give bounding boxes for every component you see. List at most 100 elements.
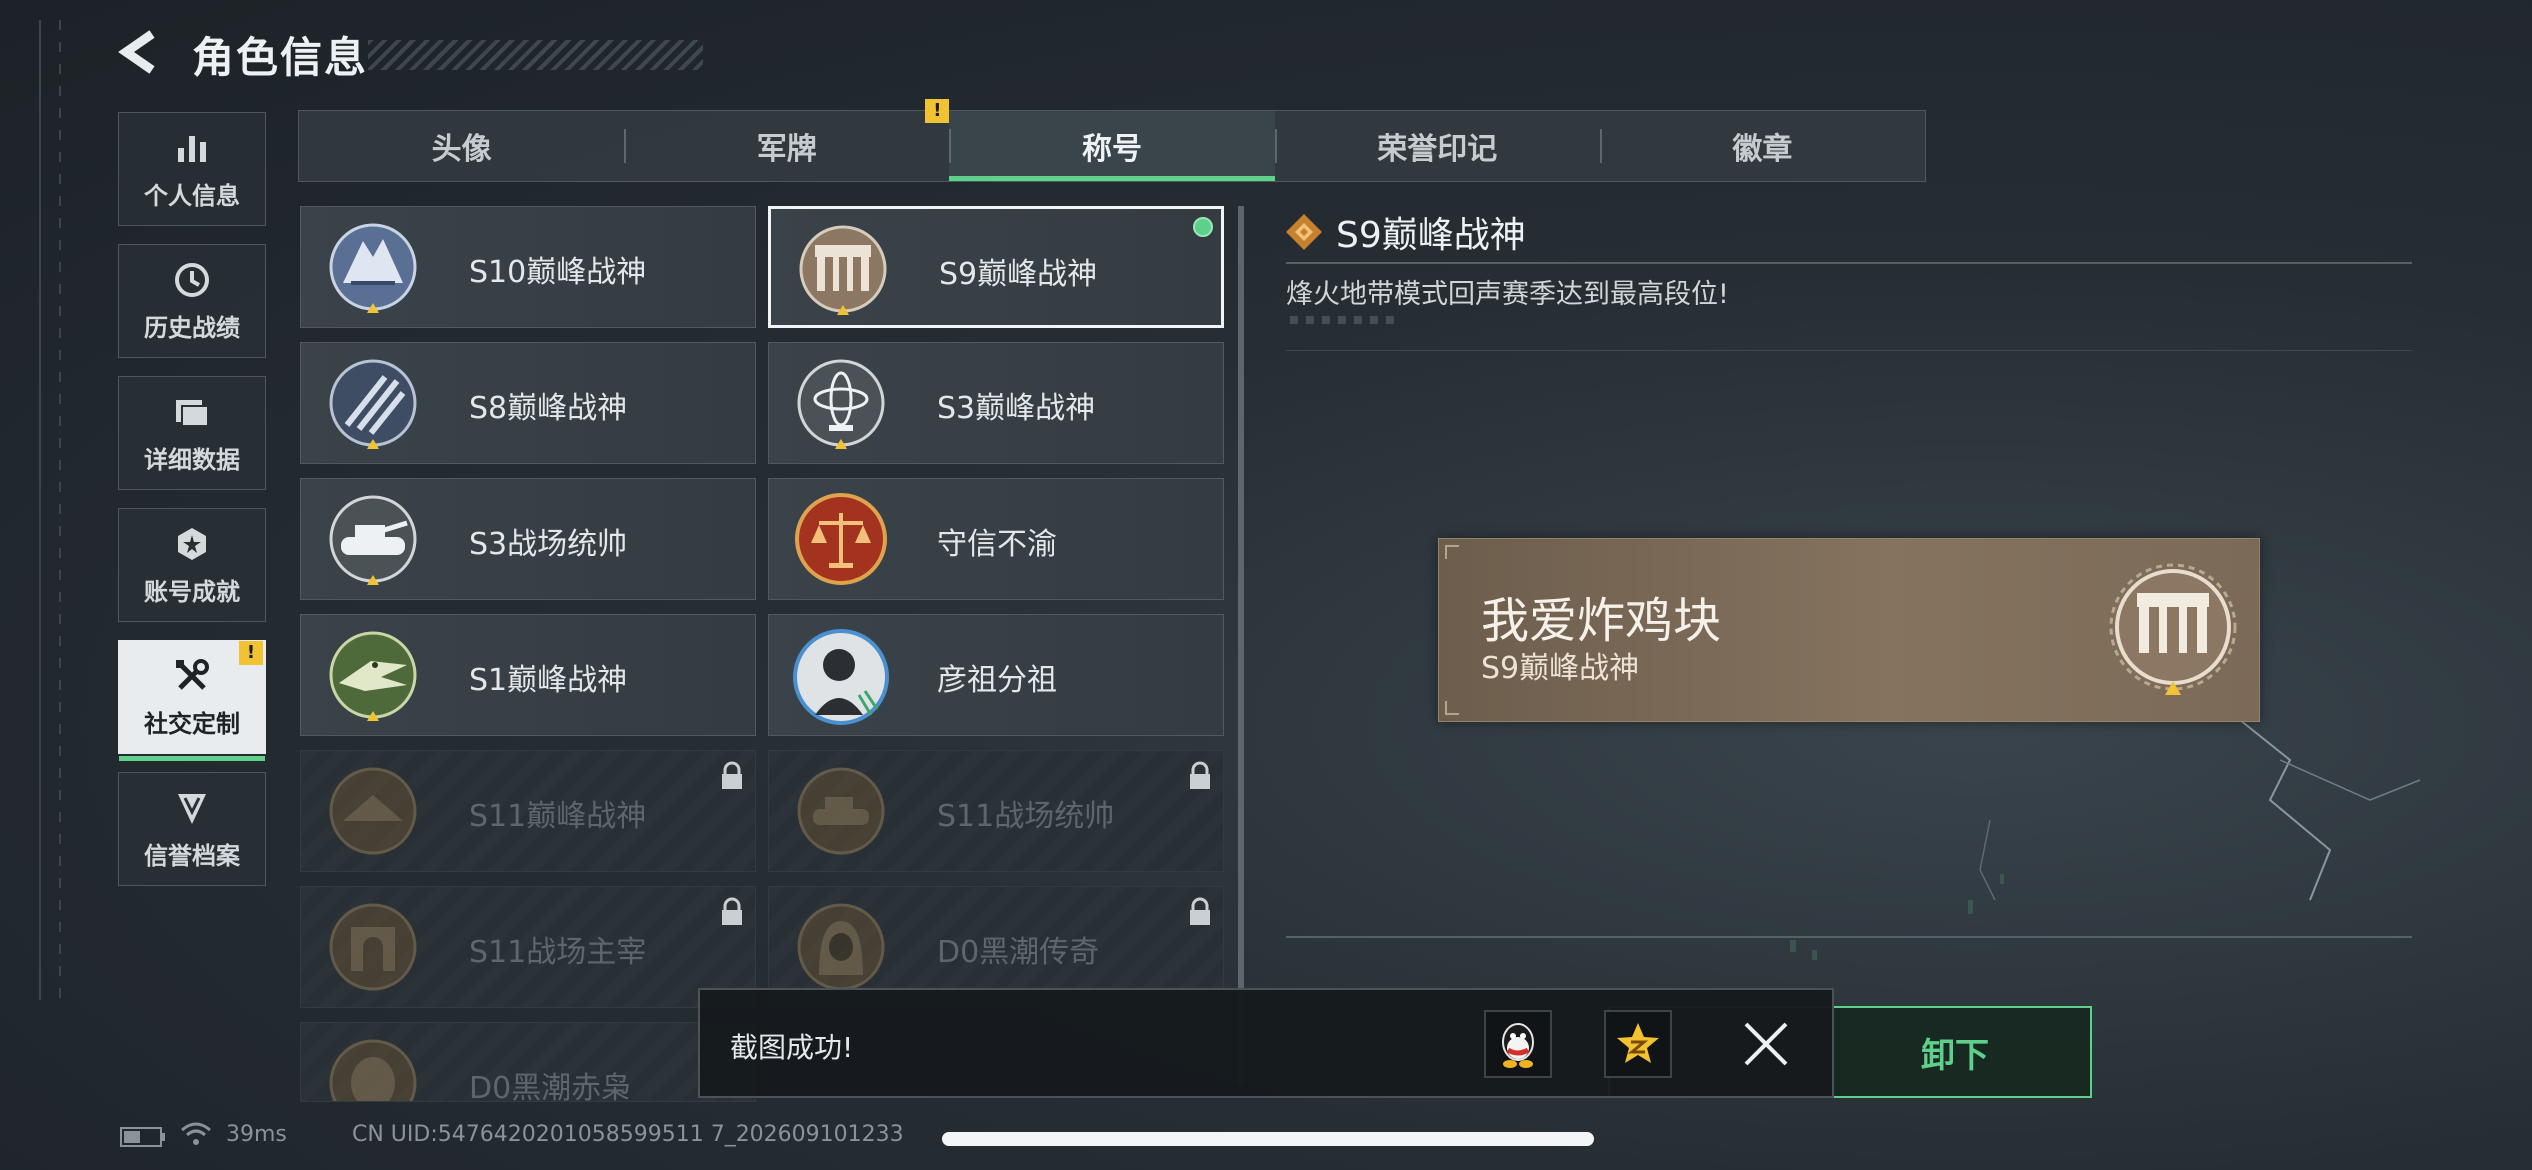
tab-label: 荣誉印记 xyxy=(1377,132,1498,167)
toast-message: 截图成功! xyxy=(730,1031,854,1064)
title-nameplate-preview: 我爱炸鸡块 S9巅峰战神 xyxy=(1438,538,2260,722)
qzone-icon xyxy=(1617,1023,1659,1063)
lock-icon xyxy=(722,761,742,789)
title-stripes-decoration xyxy=(368,40,703,70)
title-card[interactable]: 彦祖分祖 xyxy=(768,614,1224,736)
ruins-medal-icon xyxy=(799,225,887,315)
title-name: S1巅峰战神 xyxy=(469,663,628,698)
stripes-medal-icon xyxy=(329,359,417,449)
bronze-medal-icon xyxy=(329,767,417,855)
clock-icon xyxy=(175,262,209,297)
title-card-locked[interactable]: S11战场主宰 xyxy=(300,886,756,1008)
ping-readout: 39ms xyxy=(226,1122,287,1147)
equipped-indicator xyxy=(1193,217,1213,237)
sidebar-item-personal-info[interactable]: 个人信息 xyxy=(118,112,266,226)
sidebar-item-credit-file[interactable]: 信誉档案 xyxy=(118,772,266,886)
title-name: S10巅峰战神 xyxy=(469,255,647,290)
sidebar-item-label: 历史战绩 xyxy=(144,313,240,342)
bronze-tank-medal-icon xyxy=(797,767,885,855)
title-name: 彦祖分祖 xyxy=(937,663,1057,698)
detail-title: S9巅峰战神 xyxy=(1336,215,1526,256)
title-card-locked[interactable]: S11巅峰战神 xyxy=(300,750,756,872)
category-tabs: 头像 军牌 ! 称号 荣誉印记 徽章 xyxy=(298,99,1926,182)
home-indicator[interactable] xyxy=(942,1132,1594,1146)
title-card[interactable]: S10巅峰战神 xyxy=(300,206,756,328)
bar-chart-icon xyxy=(178,135,206,162)
warning-badge: ! xyxy=(239,641,263,665)
sidebar-item-label: 信誉档案 xyxy=(144,841,240,870)
title-card-locked[interactable]: S11战场统帅 xyxy=(768,750,1224,872)
detail-divider xyxy=(1286,262,2412,264)
unequip-label: 卸下 xyxy=(1921,1035,1989,1076)
title-card[interactable]: 守信不渝 xyxy=(768,478,1224,600)
tab-label: 头像 xyxy=(431,132,492,167)
sidebar-item-label: 账号成就 xyxy=(144,577,240,606)
list-scrollbar[interactable] xyxy=(1238,206,1244,1086)
diamond-rank-icon xyxy=(1286,214,1322,250)
tab-title[interactable]: 称号 xyxy=(949,111,1275,181)
warning-badge: ! xyxy=(925,99,950,123)
armillary-medal-icon xyxy=(797,359,885,449)
close-icon[interactable] xyxy=(1732,1010,1800,1078)
sidebar-item-achievements[interactable]: 账号成就 xyxy=(118,508,266,622)
sidebar-item-label: 详细数据 xyxy=(144,445,240,474)
folder-icon xyxy=(176,399,209,427)
back-arrow-icon[interactable] xyxy=(118,30,162,74)
portrait-medal-icon xyxy=(793,629,889,725)
title-name: 守信不渝 xyxy=(937,527,1057,562)
title-name: S11战场主宰 xyxy=(469,935,647,970)
ice-peak-medal-icon xyxy=(329,223,417,313)
title-name: S11战场统帅 xyxy=(937,799,1115,834)
title-name: S8巅峰战神 xyxy=(469,391,628,426)
scales-medal-icon xyxy=(795,493,887,585)
mask-medal-icon xyxy=(329,1039,417,1101)
sidebar-item-label: 个人信息 xyxy=(144,181,240,210)
qq-icon xyxy=(1502,1023,1534,1068)
detail-description: 烽火地带模式回声赛季达到最高段位! xyxy=(1286,279,1729,310)
tab-dog-tag[interactable]: 军牌 ! xyxy=(624,99,950,181)
title-name: D0黑潮传奇 xyxy=(937,935,1100,970)
title-card-locked[interactable]: D0黑潮赤枭 xyxy=(300,1022,756,1102)
share-qzone-button[interactable] xyxy=(1604,1010,1672,1078)
nameplate-title: S9巅峰战神 xyxy=(1481,651,1640,686)
tab-label: 徽章 xyxy=(1732,132,1793,167)
shield-icon xyxy=(178,793,206,824)
tab-honor-mark[interactable]: 荣誉印记 xyxy=(1274,111,1600,181)
header: 角色信息 xyxy=(118,22,703,86)
title-name: D0黑潮赤枭 xyxy=(469,1071,632,1102)
title-card[interactable]: S3战场统帅 xyxy=(300,478,756,600)
title-card[interactable]: S1巅峰战神 xyxy=(300,614,756,736)
page-title: 角色信息 xyxy=(192,33,369,82)
detail-subtext-decoration xyxy=(1290,316,1400,324)
hooded-medal-icon xyxy=(797,903,885,991)
tab-label: 称号 xyxy=(1082,132,1142,167)
sidebar-item-social-custom[interactable]: 社交定制 ! xyxy=(118,640,266,761)
sidebar-item-label: 社交定制 xyxy=(144,709,240,738)
user-uid: CN UID:5476420201058599511 7_20260910123… xyxy=(352,1122,904,1147)
wifi-icon xyxy=(181,1122,211,1145)
title-card[interactable]: S8巅峰战神 xyxy=(300,342,756,464)
achievement-icon xyxy=(178,527,206,560)
tab-badge[interactable]: 徽章 xyxy=(1599,111,1925,181)
lock-icon xyxy=(722,897,742,925)
ruins-medal-icon xyxy=(2109,563,2237,695)
tank-medal-icon xyxy=(329,495,417,585)
tab-label: 军牌 xyxy=(756,132,817,167)
title-name: S9巅峰战神 xyxy=(939,257,1098,292)
title-name: S11巅峰战神 xyxy=(469,799,647,834)
title-card[interactable]: S3巅峰战神 xyxy=(768,342,1224,464)
battery-icon xyxy=(120,1127,165,1147)
title-card-selected[interactable]: S9巅峰战神 xyxy=(768,206,1224,328)
tab-avatar[interactable]: 头像 xyxy=(299,111,624,181)
player-name: 我爱炸鸡块 xyxy=(1481,593,1722,649)
sidebar-item-detailed-data[interactable]: 详细数据 xyxy=(118,376,266,490)
share-qq-button[interactable] xyxy=(1484,1010,1552,1078)
tools-icon xyxy=(176,658,209,690)
sidebar-item-history[interactable]: 历史战绩 xyxy=(118,244,266,358)
crocodile-medal-icon xyxy=(329,631,417,721)
title-name: S3战场统帅 xyxy=(469,527,628,562)
lock-icon xyxy=(1190,761,1210,789)
screenshot-toast: 截图成功! xyxy=(698,988,1834,1098)
bronze-arch-medal-icon xyxy=(329,903,417,991)
lock-icon xyxy=(1190,897,1210,925)
